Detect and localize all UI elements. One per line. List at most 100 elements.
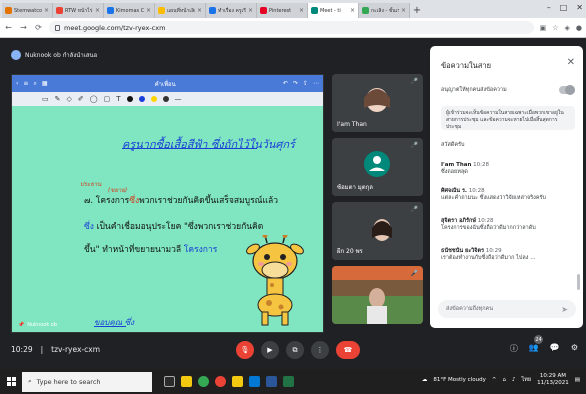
- taskbar-search-field[interactable]: ⌕ Type here to search: [22, 371, 152, 392]
- mic-off-icon: 🎤: [410, 206, 418, 213]
- text-icon[interactable]: T: [116, 95, 120, 103]
- start-button[interactable]: [0, 369, 22, 394]
- line-app-icon[interactable]: [198, 376, 209, 387]
- leave-call-button[interactable]: ☎: [336, 341, 360, 359]
- line-width-icon[interactable]: —: [175, 95, 182, 103]
- star-icon[interactable]: ☆: [552, 24, 558, 32]
- image-icon[interactable]: ▢: [104, 95, 111, 103]
- pen-icon[interactable]: ✎: [55, 95, 61, 103]
- extensions-icon[interactable]: ◈: [565, 24, 570, 32]
- network-icon[interactable]: ⌂: [502, 377, 506, 383]
- present-button[interactable]: ⧉: [286, 341, 304, 359]
- call-controls: 🎙 ▶ ⧉ ⋮ ☎: [236, 341, 360, 359]
- people-icon[interactable]: 👥: [529, 343, 539, 354]
- close-tab-icon[interactable]: ×: [146, 7, 151, 14]
- camera-icon[interactable]: ▣: [540, 24, 547, 32]
- close-tab-icon[interactable]: ×: [401, 7, 406, 14]
- reload-icon[interactable]: ⟳: [34, 23, 43, 32]
- browser-tab[interactable]: แผนที่หน้าเลิก ×: [155, 3, 206, 18]
- shape-icon[interactable]: ◯: [90, 95, 98, 103]
- back-icon[interactable]: ‹: [16, 80, 18, 87]
- clock[interactable]: 10:29 AM 11/13/2021: [537, 373, 569, 387]
- participant-tile-4[interactable]: 🎤: [332, 266, 423, 324]
- redo-icon[interactable]: ↷: [293, 80, 298, 87]
- color-black-swatch[interactable]: [126, 96, 133, 102]
- word-icon[interactable]: [266, 376, 277, 387]
- browser-tab[interactable]: Meet - ti ×: [308, 3, 359, 18]
- chat-permission-toggle[interactable]: [559, 85, 575, 95]
- color-blue-swatch[interactable]: [138, 96, 145, 102]
- presentation-stage[interactable]: ‹ ≡ ⌕ ▦ คำเพื่อน ↶ ↷ ⇪ ⋯ ▭ ✎ ◇ ✐ ◯ ▢ T —…: [11, 74, 324, 333]
- forward-icon[interactable]: →: [19, 23, 28, 32]
- send-icon[interactable]: ➤: [561, 305, 568, 314]
- list-icon[interactable]: ≡: [23, 80, 28, 87]
- close-tab-icon[interactable]: ×: [248, 7, 253, 14]
- color-dark-swatch[interactable]: [162, 96, 169, 102]
- back-icon[interactable]: ←: [4, 23, 13, 32]
- color-yellow-swatch[interactable]: [150, 96, 157, 102]
- new-tab-button[interactable]: +: [410, 3, 424, 18]
- browser-tab[interactable]: RTW หน้าไร่ ×: [53, 3, 104, 18]
- lasso-icon[interactable]: ▭: [42, 95, 49, 103]
- volume-icon[interactable]: ♪: [512, 377, 516, 383]
- grid-icon[interactable]: ▦: [42, 80, 48, 87]
- url-field[interactable]: meet.google.com/tzv-ryex-cxm: [49, 21, 534, 34]
- store-icon[interactable]: [249, 376, 260, 387]
- tab-favicon-icon: [107, 7, 114, 14]
- maximize-icon[interactable]: □: [560, 3, 568, 12]
- close-window-icon[interactable]: ✕: [576, 3, 583, 12]
- chat-message: I'am Than 10:28 ซึ่งถอยหลุด: [441, 162, 575, 176]
- close-tab-icon[interactable]: ×: [350, 7, 355, 14]
- close-icon[interactable]: ✕: [567, 57, 575, 68]
- browser-tab[interactable]: กะเลิง - ชั้นเรา×: [359, 3, 410, 18]
- giraffe-illustration: [246, 235, 304, 326]
- file-explorer-icon[interactable]: [181, 376, 192, 387]
- folder-icon[interactable]: [232, 376, 243, 387]
- chat-message-text: โครงการของฉันซึ่งถือว่าดีมากกว่าลาดับ: [441, 225, 536, 231]
- participant-tile-1[interactable]: 🎤 I'am Than: [332, 74, 423, 132]
- task-view-icon[interactable]: [164, 376, 175, 387]
- tray-overflow-icon[interactable]: ^: [492, 377, 497, 383]
- eraser-icon[interactable]: ◇: [67, 95, 72, 103]
- language-indicator[interactable]: ไทย: [521, 376, 531, 384]
- chat-message-text: แต่ละคำถามนะ ซึ่งแสดงว่าวิจัยเหล่าจริงคร…: [441, 195, 546, 201]
- browser-tab[interactable]: Pinterest ×: [257, 3, 308, 18]
- close-tab-icon[interactable]: ×: [44, 7, 49, 14]
- meeting-info: 10:29 | tzv-ryex-cxm: [11, 345, 100, 354]
- tab-favicon-icon: [260, 7, 267, 14]
- chat-scrollbar[interactable]: [577, 274, 580, 290]
- share-icon[interactable]: ⇪: [303, 80, 308, 87]
- notifications-icon[interactable]: ▤: [575, 377, 580, 383]
- minimize-icon[interactable]: –: [547, 3, 551, 12]
- chat-icon[interactable]: 💬: [550, 343, 560, 354]
- clock-time: 10:29 AM: [539, 373, 566, 379]
- undo-icon[interactable]: ↶: [283, 80, 288, 87]
- info-icon[interactable]: ⓘ: [510, 343, 518, 354]
- more-icon[interactable]: ⋯: [313, 80, 319, 87]
- mic-toggle-button[interactable]: 🎙: [236, 341, 254, 359]
- activities-icon[interactable]: ⚙: [571, 343, 578, 354]
- profile-icon[interactable]: ●: [576, 24, 582, 32]
- browser-tab[interactable]: Kimomas Cli ×: [104, 3, 155, 18]
- tab-label: Kimomas Cli: [116, 7, 144, 14]
- browser-tab[interactable]: ทำเรื่อง ครูเรียก×: [206, 3, 257, 18]
- more-options-button[interactable]: ⋮: [311, 341, 329, 359]
- close-tab-icon[interactable]: ×: [197, 7, 202, 14]
- chrome-icon[interactable]: [215, 376, 226, 387]
- weather-text[interactable]: 81°F Mostly cloudy: [433, 377, 485, 383]
- camera-toggle-button[interactable]: ▶: [261, 341, 279, 359]
- close-tab-icon[interactable]: ×: [95, 7, 100, 14]
- weather-icon: ☁: [421, 377, 428, 383]
- participant-video: [332, 266, 423, 324]
- participant-tile-3[interactable]: 🎤 ผีก 20 พร: [332, 202, 423, 260]
- board-line-2: ซึ่ง เป็นคำเชื่อมอนุประโยค "ซึ่งพวกเราช่…: [84, 219, 263, 233]
- participant-tile-2[interactable]: 🎤 ซ้อมตา มุตกุล: [332, 138, 423, 196]
- chat-sender: ธนัชชนัน ยะวิจิตร: [441, 248, 485, 254]
- pin-icon[interactable]: 📌: [18, 322, 24, 328]
- search-icon[interactable]: ⌕: [33, 80, 36, 88]
- browser-tab[interactable]: Stemwatcomo×: [2, 3, 53, 18]
- close-tab-icon[interactable]: ×: [299, 7, 304, 14]
- chat-compose-field[interactable]: ส่งข้อความถึงทุกคน ➤: [438, 300, 576, 318]
- excel-icon[interactable]: [283, 376, 294, 387]
- highlighter-icon[interactable]: ✐: [78, 95, 84, 103]
